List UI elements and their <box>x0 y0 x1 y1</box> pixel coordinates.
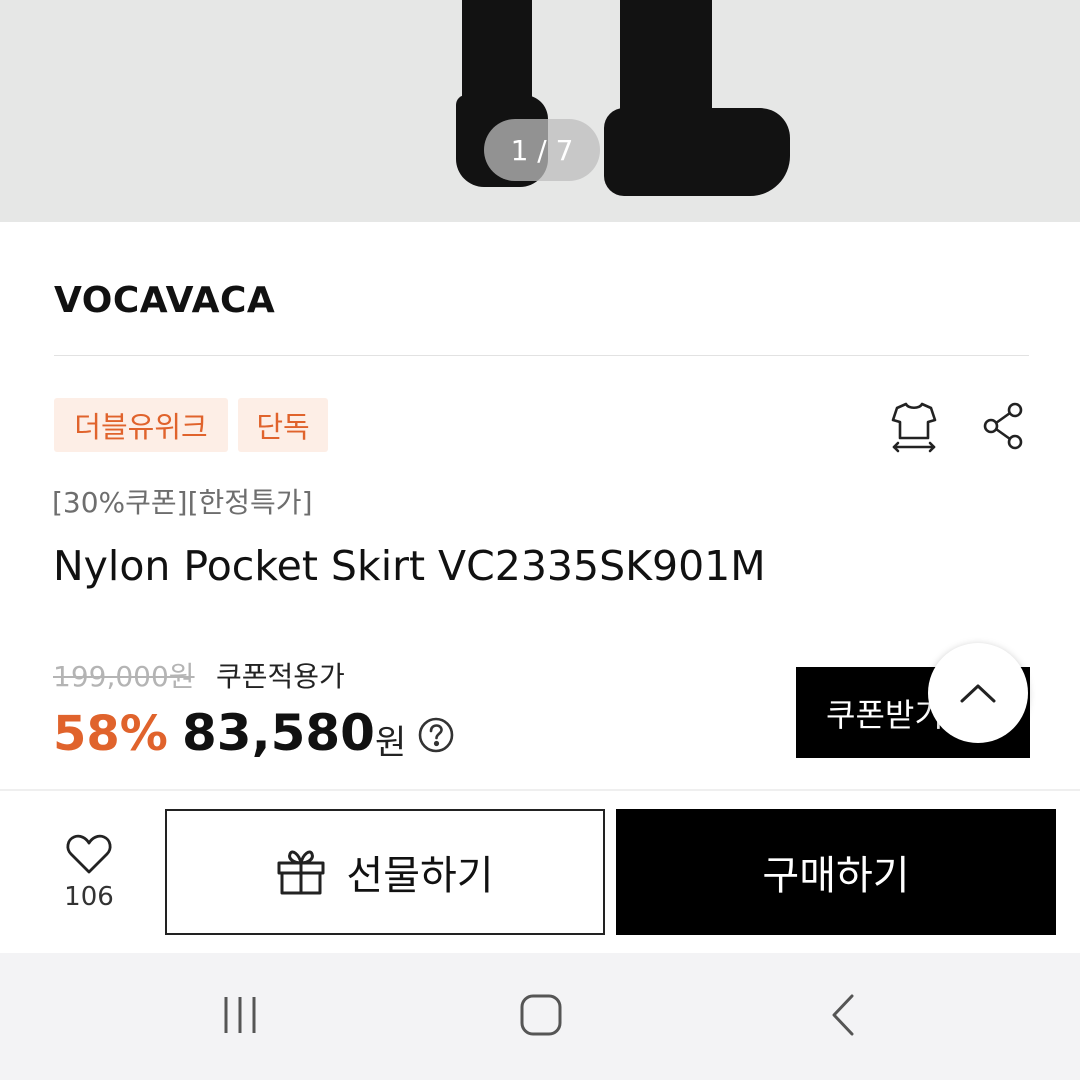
currency-unit: 원 <box>375 723 407 763</box>
divider <box>0 789 1080 791</box>
like-count: 106 <box>64 882 114 912</box>
scroll-top-button[interactable] <box>928 643 1028 743</box>
brand-name[interactable]: VOCAVACA <box>54 280 275 321</box>
badge-exclusive: 단독 <box>238 398 328 452</box>
share-icon[interactable] <box>976 396 1032 456</box>
question-circle-icon[interactable] <box>417 716 455 754</box>
like-button[interactable]: 106 <box>56 832 122 932</box>
product-title: Nylon Pocket Skirt VC2335SK901M <box>53 542 766 590</box>
gift-button-label: 선물하기 <box>346 853 494 899</box>
product-subtitle: [30%쿠폰][한정특가] <box>52 486 313 519</box>
boot-shaft-left <box>462 0 532 110</box>
chevron-up-icon <box>960 684 996 703</box>
home-icon[interactable] <box>501 975 581 1055</box>
product-image[interactable]: 1 / 7 <box>0 0 1080 222</box>
gift-button[interactable]: 선물하기 <box>165 809 605 935</box>
divider <box>54 355 1029 356</box>
recent-apps-icon[interactable] <box>200 975 280 1055</box>
buy-button[interactable]: 구매하기 <box>616 809 1056 935</box>
back-icon[interactable] <box>804 975 884 1055</box>
coupon-price-label: 쿠폰적용가 <box>216 660 345 693</box>
heart-icon <box>66 834 112 874</box>
boot-foot-right <box>604 108 790 196</box>
boot-shaft-right <box>620 0 712 120</box>
original-price: 199,000원 <box>53 660 195 693</box>
final-price: 83,580 <box>182 704 375 762</box>
tshirt-size-icon[interactable] <box>886 396 942 456</box>
image-counter: 1 / 7 <box>484 119 600 181</box>
discount-rate: 58% <box>53 706 168 762</box>
badge-wweek: 더블유위크 <box>54 398 228 452</box>
gift-icon <box>277 850 325 895</box>
